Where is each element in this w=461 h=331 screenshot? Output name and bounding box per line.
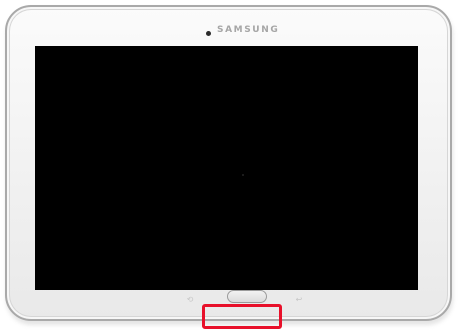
tablet-device: SAMSUNG ⟲ ↩ — [5, 5, 452, 321]
back-icon[interactable]: ↩ — [294, 295, 304, 305]
screen-dot — [242, 174, 244, 176]
tablet-illustration: SAMSUNG ⟲ ↩ — [0, 0, 461, 331]
tablet-screen[interactable] — [35, 46, 418, 290]
home-button[interactable] — [227, 290, 267, 303]
home-button-highlight — [202, 304, 282, 329]
brand-logo: SAMSUNG — [217, 25, 280, 35]
recent-apps-icon[interactable]: ⟲ — [185, 295, 195, 305]
front-camera — [206, 31, 211, 36]
